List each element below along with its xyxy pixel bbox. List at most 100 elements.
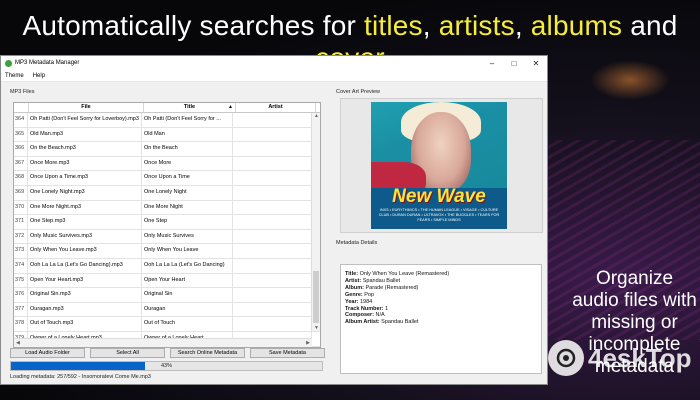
detail-key: Artist: (345, 277, 362, 284)
table-row[interactable]: 377 Ouragan.mp3 Ouragan (14, 302, 320, 318)
minimize-icon[interactable]: – (481, 56, 503, 70)
scroll-up-icon[interactable]: ▲ (314, 113, 319, 119)
detail-key: Title: (345, 271, 359, 277)
detail-value: Spandau Ballet (379, 319, 419, 326)
table-row[interactable]: 375 Open Your Heart.mp3 Open Your Heart (14, 273, 320, 289)
close-icon[interactable]: ✕ (525, 56, 547, 70)
headline-artists: artists (438, 10, 515, 41)
table-row[interactable]: 369 One Lonely Night.mp3 One Lonely Night (14, 185, 320, 201)
app-icon (5, 59, 12, 67)
detail-key: Album: (345, 284, 364, 291)
table-row[interactable]: 366 On the Beach.mp3 On the Beach (14, 142, 320, 157)
column-header-title[interactable]: Title ▲ (144, 103, 236, 112)
table-row[interactable]: 368 Once Upon a Time.mp3 Once Upon a Time (14, 171, 320, 186)
table-row[interactable]: 364 Oh Patti (Don't Feel Sorry for Loverb… (14, 113, 320, 128)
row-file: One Lonely Night.mp3 (28, 185, 142, 200)
cover-art-frame: New Wave INXS • EURYTHMICS • THE HUMAN L… (340, 98, 543, 233)
row-artist (233, 317, 312, 331)
headline-albums: albums (530, 10, 623, 41)
select-all-button[interactable]: Select All (90, 348, 165, 358)
save-metadata-button[interactable]: Save Metadata (250, 348, 325, 358)
search-online-metadata-button[interactable]: Search Online Metadata (170, 348, 245, 358)
watermark-logo-icon (548, 340, 584, 376)
row-file: Original Sin.mp3 (28, 288, 142, 302)
row-index: 376 (14, 288, 28, 302)
files-panel-label: MP3 Files (10, 89, 35, 95)
row-title: Open Your Heart (142, 273, 233, 288)
table-row[interactable]: 371 One Step.mp3 One Step (14, 215, 320, 230)
detail-key: Track Number: (345, 305, 384, 312)
headline-and: and (622, 10, 678, 41)
title-bar: MP3 Metadata Manager – □ ✕ (1, 56, 547, 70)
row-index: 378 (14, 317, 28, 331)
row-index: 370 (14, 200, 28, 215)
headline-sep1: , (422, 10, 439, 41)
cover-art-subtitle: INXS • EURYTHMICS • THE HUMAN LEAGUE • V… (378, 208, 500, 222)
detail-line: Year: 1984 (345, 299, 449, 306)
row-artist (233, 244, 312, 258)
detail-key: Album Artist: (345, 319, 380, 326)
metadata-details-box: Title: Only When You Leave (Remastered) A… (340, 264, 542, 374)
row-file: Once Upon a Time.mp3 (28, 171, 142, 185)
row-artist (233, 156, 312, 171)
row-file: Old Man.mp3 (28, 127, 142, 142)
row-index: 373 (14, 244, 28, 258)
row-title: Only When You Leave (142, 244, 233, 258)
row-title: Ouragan (142, 302, 233, 317)
metadata-details: Title: Only When You Leave (Remastered) A… (345, 271, 449, 326)
menu-theme[interactable]: Theme (5, 73, 24, 79)
table-row[interactable]: 372 Only Music Survives.mp3 Only Music Sur… (14, 229, 320, 245)
table-row[interactable]: 370 One More Night.mp3 One More Night (14, 200, 320, 216)
row-title: Out of Touch (142, 317, 233, 331)
load-audio-folder-button[interactable]: Load Audio Folder (10, 348, 85, 358)
row-index: 366 (14, 142, 28, 156)
row-artist (233, 200, 312, 215)
row-artist (233, 229, 312, 244)
row-artist (233, 273, 312, 288)
table-body: 364 Oh Patti (Don't Feel Sorry for Loverb… (14, 113, 320, 347)
table-row[interactable]: 365 Old Man.mp3 Old Man (14, 127, 320, 143)
files-table: File Title ▲ Artist 364 Oh Patti (Don't Fe… (13, 102, 321, 348)
row-file: Out of Touch.mp3 (28, 317, 142, 331)
table-row[interactable]: 376 Original Sin.mp3 Original Sin (14, 288, 320, 303)
table-row[interactable]: 378 Out of Touch.mp3 Out of Touch (14, 317, 320, 332)
row-artist (233, 258, 312, 273)
horizontal-scrollbar[interactable]: ◀ ▶ (14, 338, 312, 347)
row-title: On the Beach (142, 142, 233, 156)
row-artist (233, 142, 312, 156)
row-title: Original Sin (142, 288, 233, 302)
table-row[interactable]: 374 Ooh La La La (Let's Go Dancing).mp3 Oo… (14, 258, 320, 274)
vertical-scrollbar[interactable]: ▲ ▼ (311, 113, 320, 331)
row-file: One More Night.mp3 (28, 200, 142, 215)
scroll-down-icon[interactable]: ▼ (314, 325, 319, 331)
row-title: One More Night (142, 200, 233, 215)
row-file: Only When You Leave.mp3 (28, 244, 142, 258)
maximize-icon[interactable]: □ (503, 56, 525, 70)
detail-value: Pop (362, 291, 375, 298)
scroll-right-icon[interactable]: ▶ (306, 340, 310, 346)
scroll-left-icon[interactable]: ◀ (16, 340, 20, 346)
detail-key: Composer: (345, 312, 375, 319)
menu-help[interactable]: Help (33, 73, 45, 79)
row-artist (233, 113, 312, 127)
row-index: 364 (14, 113, 28, 127)
watermark: 4eskTop (548, 340, 692, 376)
headline-sep2: , (514, 10, 531, 41)
row-artist (233, 171, 312, 185)
table-row[interactable]: 373 Only When You Leave.mp3 Only When You … (14, 244, 320, 259)
row-index: 374 (14, 258, 28, 273)
column-header-artist[interactable]: Artist (236, 103, 316, 112)
vertical-scroll-thumb[interactable] (313, 271, 319, 323)
row-title: Oh Patti (Don't Feel Sorry for ... (142, 113, 233, 127)
detail-line: Album: Parade (Remastered) (345, 285, 449, 292)
row-title: Only Music Survives (142, 229, 233, 244)
details-panel-label: Metadata Details (336, 240, 378, 246)
row-artist (233, 302, 312, 317)
table-row[interactable]: 367 Once More.mp3 Once More (14, 156, 320, 172)
row-file: Ooh La La La (Let's Go Dancing).mp3 (28, 258, 142, 273)
detail-value: N/A (374, 312, 385, 319)
cover-panel-label: Cover Art Preview (336, 89, 381, 95)
column-header-file[interactable]: File (29, 103, 144, 112)
column-header-index (14, 103, 29, 112)
headline-titles: titles (363, 10, 423, 41)
